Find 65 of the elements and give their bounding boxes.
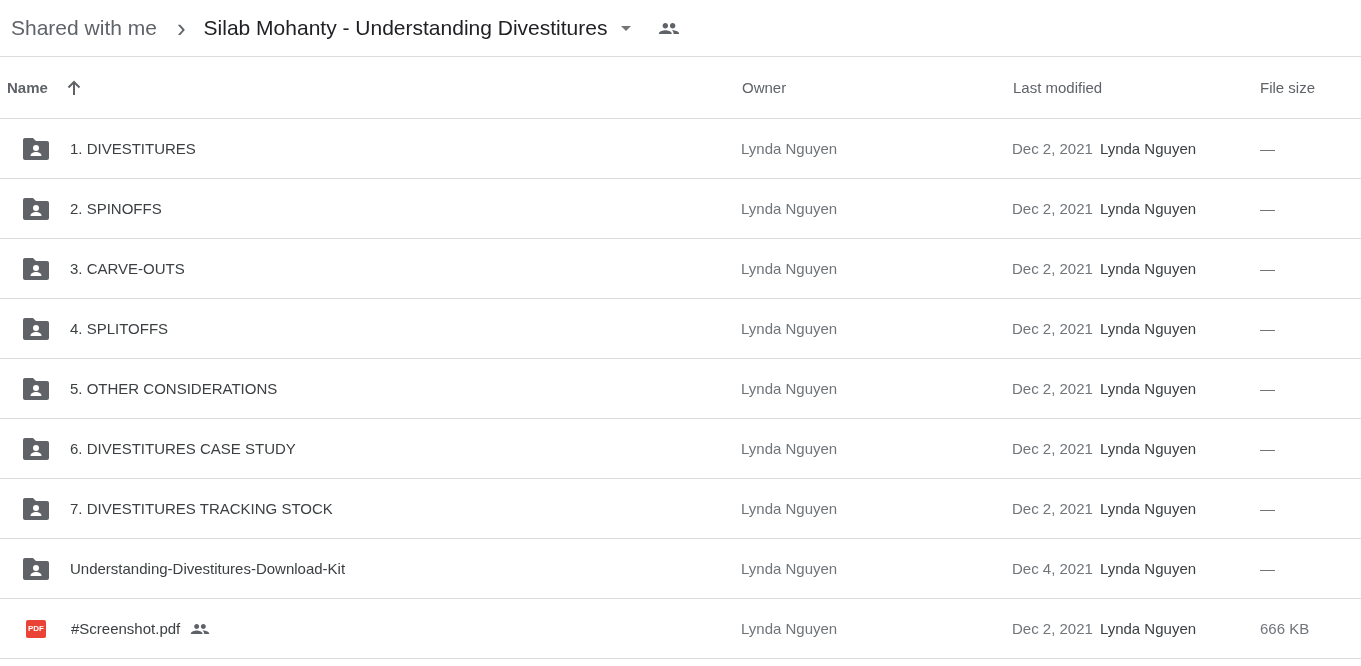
modified-date: Dec 2, 2021 (1012, 380, 1093, 397)
modifier-name: Lynda Nguyen (1099, 380, 1197, 397)
shared-folder-icon (23, 257, 49, 280)
modifier-name: Lynda Nguyen (1099, 440, 1197, 457)
file-size: 666 KB (1260, 620, 1310, 637)
file-name[interactable]: 1. DIVESTITURES (70, 140, 196, 157)
modifier-name: Lynda Nguyen (1099, 500, 1197, 517)
modifier-name: Lynda Nguyen (1099, 620, 1197, 637)
file-name[interactable]: 3. CARVE-OUTS (70, 260, 185, 277)
shared-folder-icon (23, 437, 49, 460)
shared-folder-icon (23, 377, 49, 400)
modified-date: Dec 4, 2021 (1012, 560, 1093, 577)
pdf-icon: PDF (26, 619, 46, 638)
shared-folder-icon (23, 137, 49, 160)
file-name[interactable]: #Screenshot.pdf (71, 620, 181, 637)
modified-date: Dec 2, 2021 (1012, 620, 1093, 637)
file-name[interactable]: Understanding-Divestitures-Download-Kit (70, 560, 346, 577)
file-name[interactable]: 4. SPLITOFFS (70, 320, 169, 337)
shared-folder-icon (23, 497, 49, 520)
file-name[interactable]: 7. DIVESTITURES TRACKING STOCK (70, 500, 333, 517)
owner-name: Lynda Nguyen (741, 500, 838, 517)
owner-name: Lynda Nguyen (741, 260, 838, 277)
shared-folder-icon (23, 317, 49, 340)
column-header[interactable]: Name (7, 79, 48, 96)
modifier-name: Lynda Nguyen (1099, 260, 1197, 277)
shared-folder-icon (23, 557, 49, 580)
caret-icon[interactable] (621, 25, 632, 31)
breadcrumb-separator: › (176, 15, 186, 41)
column-header[interactable]: Owner (742, 79, 787, 96)
column-header[interactable]: File size (1260, 79, 1315, 96)
owner-name: Lynda Nguyen (741, 380, 838, 397)
breadcrumb-link[interactable]: Shared with me (11, 16, 157, 40)
owner-name: Lynda Nguyen (741, 140, 838, 157)
file-size: — (1260, 380, 1275, 397)
file-size: — (1260, 200, 1275, 217)
file-size: — (1260, 500, 1275, 517)
folder-title[interactable]: Silab Mohanty - Understanding Divestitures (203, 16, 608, 40)
file-size: — (1260, 440, 1275, 457)
people-icon (190, 623, 211, 634)
modified-date: Dec 2, 2021 (1012, 200, 1093, 217)
modifier-name: Lynda Nguyen (1099, 320, 1197, 337)
modified-date: Dec 2, 2021 (1012, 260, 1093, 277)
owner-name: Lynda Nguyen (741, 560, 838, 577)
file-name[interactable]: 5. OTHER CONSIDERATIONS (70, 380, 278, 397)
sort-arrow-icon[interactable] (66, 79, 81, 96)
modified-date: Dec 2, 2021 (1012, 140, 1093, 157)
people-icon[interactable] (658, 22, 681, 34)
owner-name: Lynda Nguyen (741, 620, 838, 637)
modifier-name: Lynda Nguyen (1099, 200, 1197, 217)
owner-name: Lynda Nguyen (741, 200, 838, 217)
modified-date: Dec 2, 2021 (1012, 320, 1093, 337)
file-size: — (1260, 260, 1275, 277)
column-header[interactable]: Last modified (1013, 79, 1103, 96)
file-name[interactable]: 2. SPINOFFS (70, 200, 162, 217)
owner-name: Lynda Nguyen (741, 320, 838, 337)
owner-name: Lynda Nguyen (741, 440, 838, 457)
file-size: — (1260, 140, 1275, 157)
modifier-name: Lynda Nguyen (1099, 560, 1197, 577)
modifier-name: Lynda Nguyen (1099, 140, 1197, 157)
modified-date: Dec 2, 2021 (1012, 440, 1093, 457)
file-size: — (1260, 320, 1275, 337)
file-name[interactable]: 6. DIVESTITURES CASE STUDY (70, 440, 296, 457)
file-size: — (1260, 560, 1275, 577)
modified-date: Dec 2, 2021 (1012, 500, 1093, 517)
shared-folder-icon (23, 197, 49, 220)
